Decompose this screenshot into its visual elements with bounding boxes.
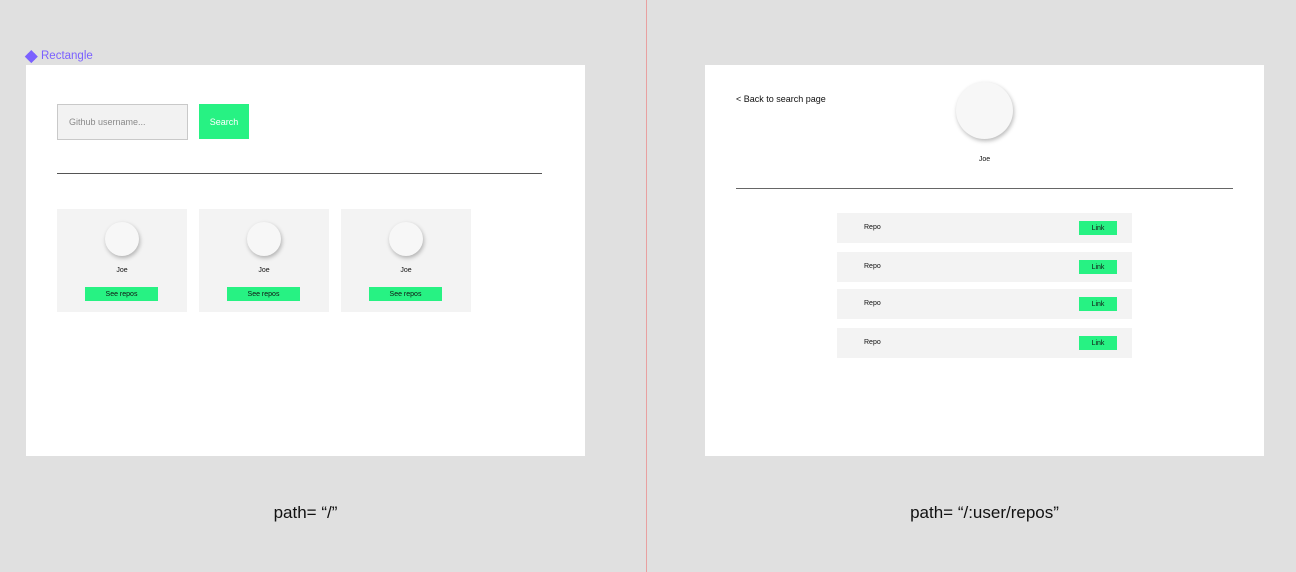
see-repos-button[interactable]: See repos bbox=[85, 287, 158, 301]
search-page-path-caption: path= “/” bbox=[273, 503, 338, 522]
profile-name: Joe bbox=[978, 156, 991, 163]
frame-label[interactable]: Rectangle bbox=[25, 49, 93, 63]
section-divider bbox=[57, 173, 542, 174]
repo-link-button[interactable]: Link bbox=[1079, 336, 1117, 350]
repos-page-path-caption: path= “/:user/repos” bbox=[910, 503, 1059, 522]
see-repos-button[interactable]: See repos bbox=[369, 287, 442, 301]
repo-link-button[interactable]: Link bbox=[1079, 221, 1117, 235]
search-page-frame: Search Joe See repos Joe See repos Joe S… bbox=[26, 65, 585, 456]
avatar bbox=[105, 222, 139, 256]
repo-name: Repo bbox=[864, 224, 881, 231]
user-card: Joe See repos bbox=[341, 209, 471, 312]
canvas-divider bbox=[646, 0, 647, 572]
profile-avatar bbox=[956, 82, 1013, 139]
section-divider bbox=[736, 188, 1233, 189]
user-card: Joe See repos bbox=[199, 209, 329, 312]
repo-row: Repo Link bbox=[837, 252, 1132, 282]
repo-name: Repo bbox=[864, 300, 881, 307]
repo-row: Repo Link bbox=[837, 328, 1132, 358]
repo-name: Repo bbox=[864, 263, 881, 270]
repo-link-button[interactable]: Link bbox=[1079, 260, 1117, 274]
see-repos-button[interactable]: See repos bbox=[227, 287, 300, 301]
github-username-input[interactable] bbox=[57, 104, 188, 140]
user-name: Joe bbox=[400, 267, 412, 274]
search-button[interactable]: Search bbox=[199, 104, 249, 139]
user-repos-frame: < Back to search page Joe Repo Link Repo… bbox=[705, 65, 1264, 456]
frame-label-text: Rectangle bbox=[41, 50, 93, 62]
back-to-search-link[interactable]: < Back to search page bbox=[736, 94, 826, 104]
repo-row: Repo Link bbox=[837, 213, 1132, 243]
repo-link-button[interactable]: Link bbox=[1079, 297, 1117, 311]
user-name: Joe bbox=[258, 267, 270, 274]
repo-name: Repo bbox=[864, 339, 881, 346]
avatar bbox=[247, 222, 281, 256]
component-icon bbox=[25, 49, 38, 63]
repo-row: Repo Link bbox=[837, 289, 1132, 319]
user-card: Joe See repos bbox=[57, 209, 187, 312]
avatar bbox=[389, 222, 423, 256]
user-name: Joe bbox=[116, 267, 128, 274]
